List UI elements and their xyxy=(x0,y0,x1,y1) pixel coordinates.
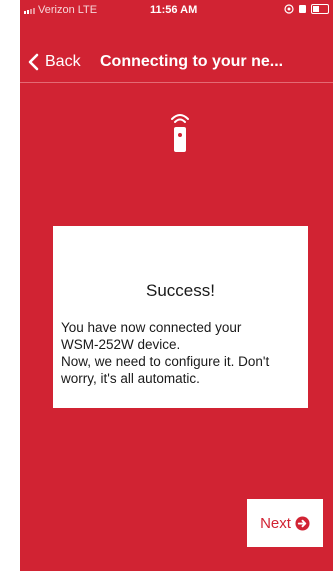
success-message: You have now connected your WSM-252W dev… xyxy=(61,319,306,387)
app-screen: Verizon LTE 11:56 AM Back Connecting to … xyxy=(20,0,333,571)
battery-icon xyxy=(311,4,329,14)
next-label: Next xyxy=(260,514,291,532)
back-label: Back xyxy=(45,53,81,70)
remote-wifi-icon xyxy=(171,114,189,152)
next-button[interactable]: Next xyxy=(247,499,323,547)
carrier-label: Verizon LTE xyxy=(38,4,98,16)
message-line: You have now connected your xyxy=(61,320,242,335)
success-card: Success! You have now connected your WSM… xyxy=(53,226,308,408)
navigation-bar: Back Connecting to your ne... xyxy=(20,44,333,83)
message-line: Now, we need to configure it. Don't xyxy=(61,354,270,369)
back-button[interactable]: Back xyxy=(28,53,81,71)
status-bar: Verizon LTE 11:56 AM xyxy=(20,0,333,22)
back-chevron-icon xyxy=(28,53,39,71)
location-icon xyxy=(284,4,294,14)
message-line: WSM-252W device. xyxy=(61,337,181,352)
arrow-circle-right-icon xyxy=(295,515,310,531)
message-line: worry, it's all automatic. xyxy=(61,371,200,386)
status-time: 11:56 AM xyxy=(150,4,198,16)
page-title: Connecting to your ne... xyxy=(100,53,284,70)
status-icons xyxy=(284,4,329,14)
alarm-icon xyxy=(299,5,306,13)
success-title: Success! xyxy=(146,281,215,300)
